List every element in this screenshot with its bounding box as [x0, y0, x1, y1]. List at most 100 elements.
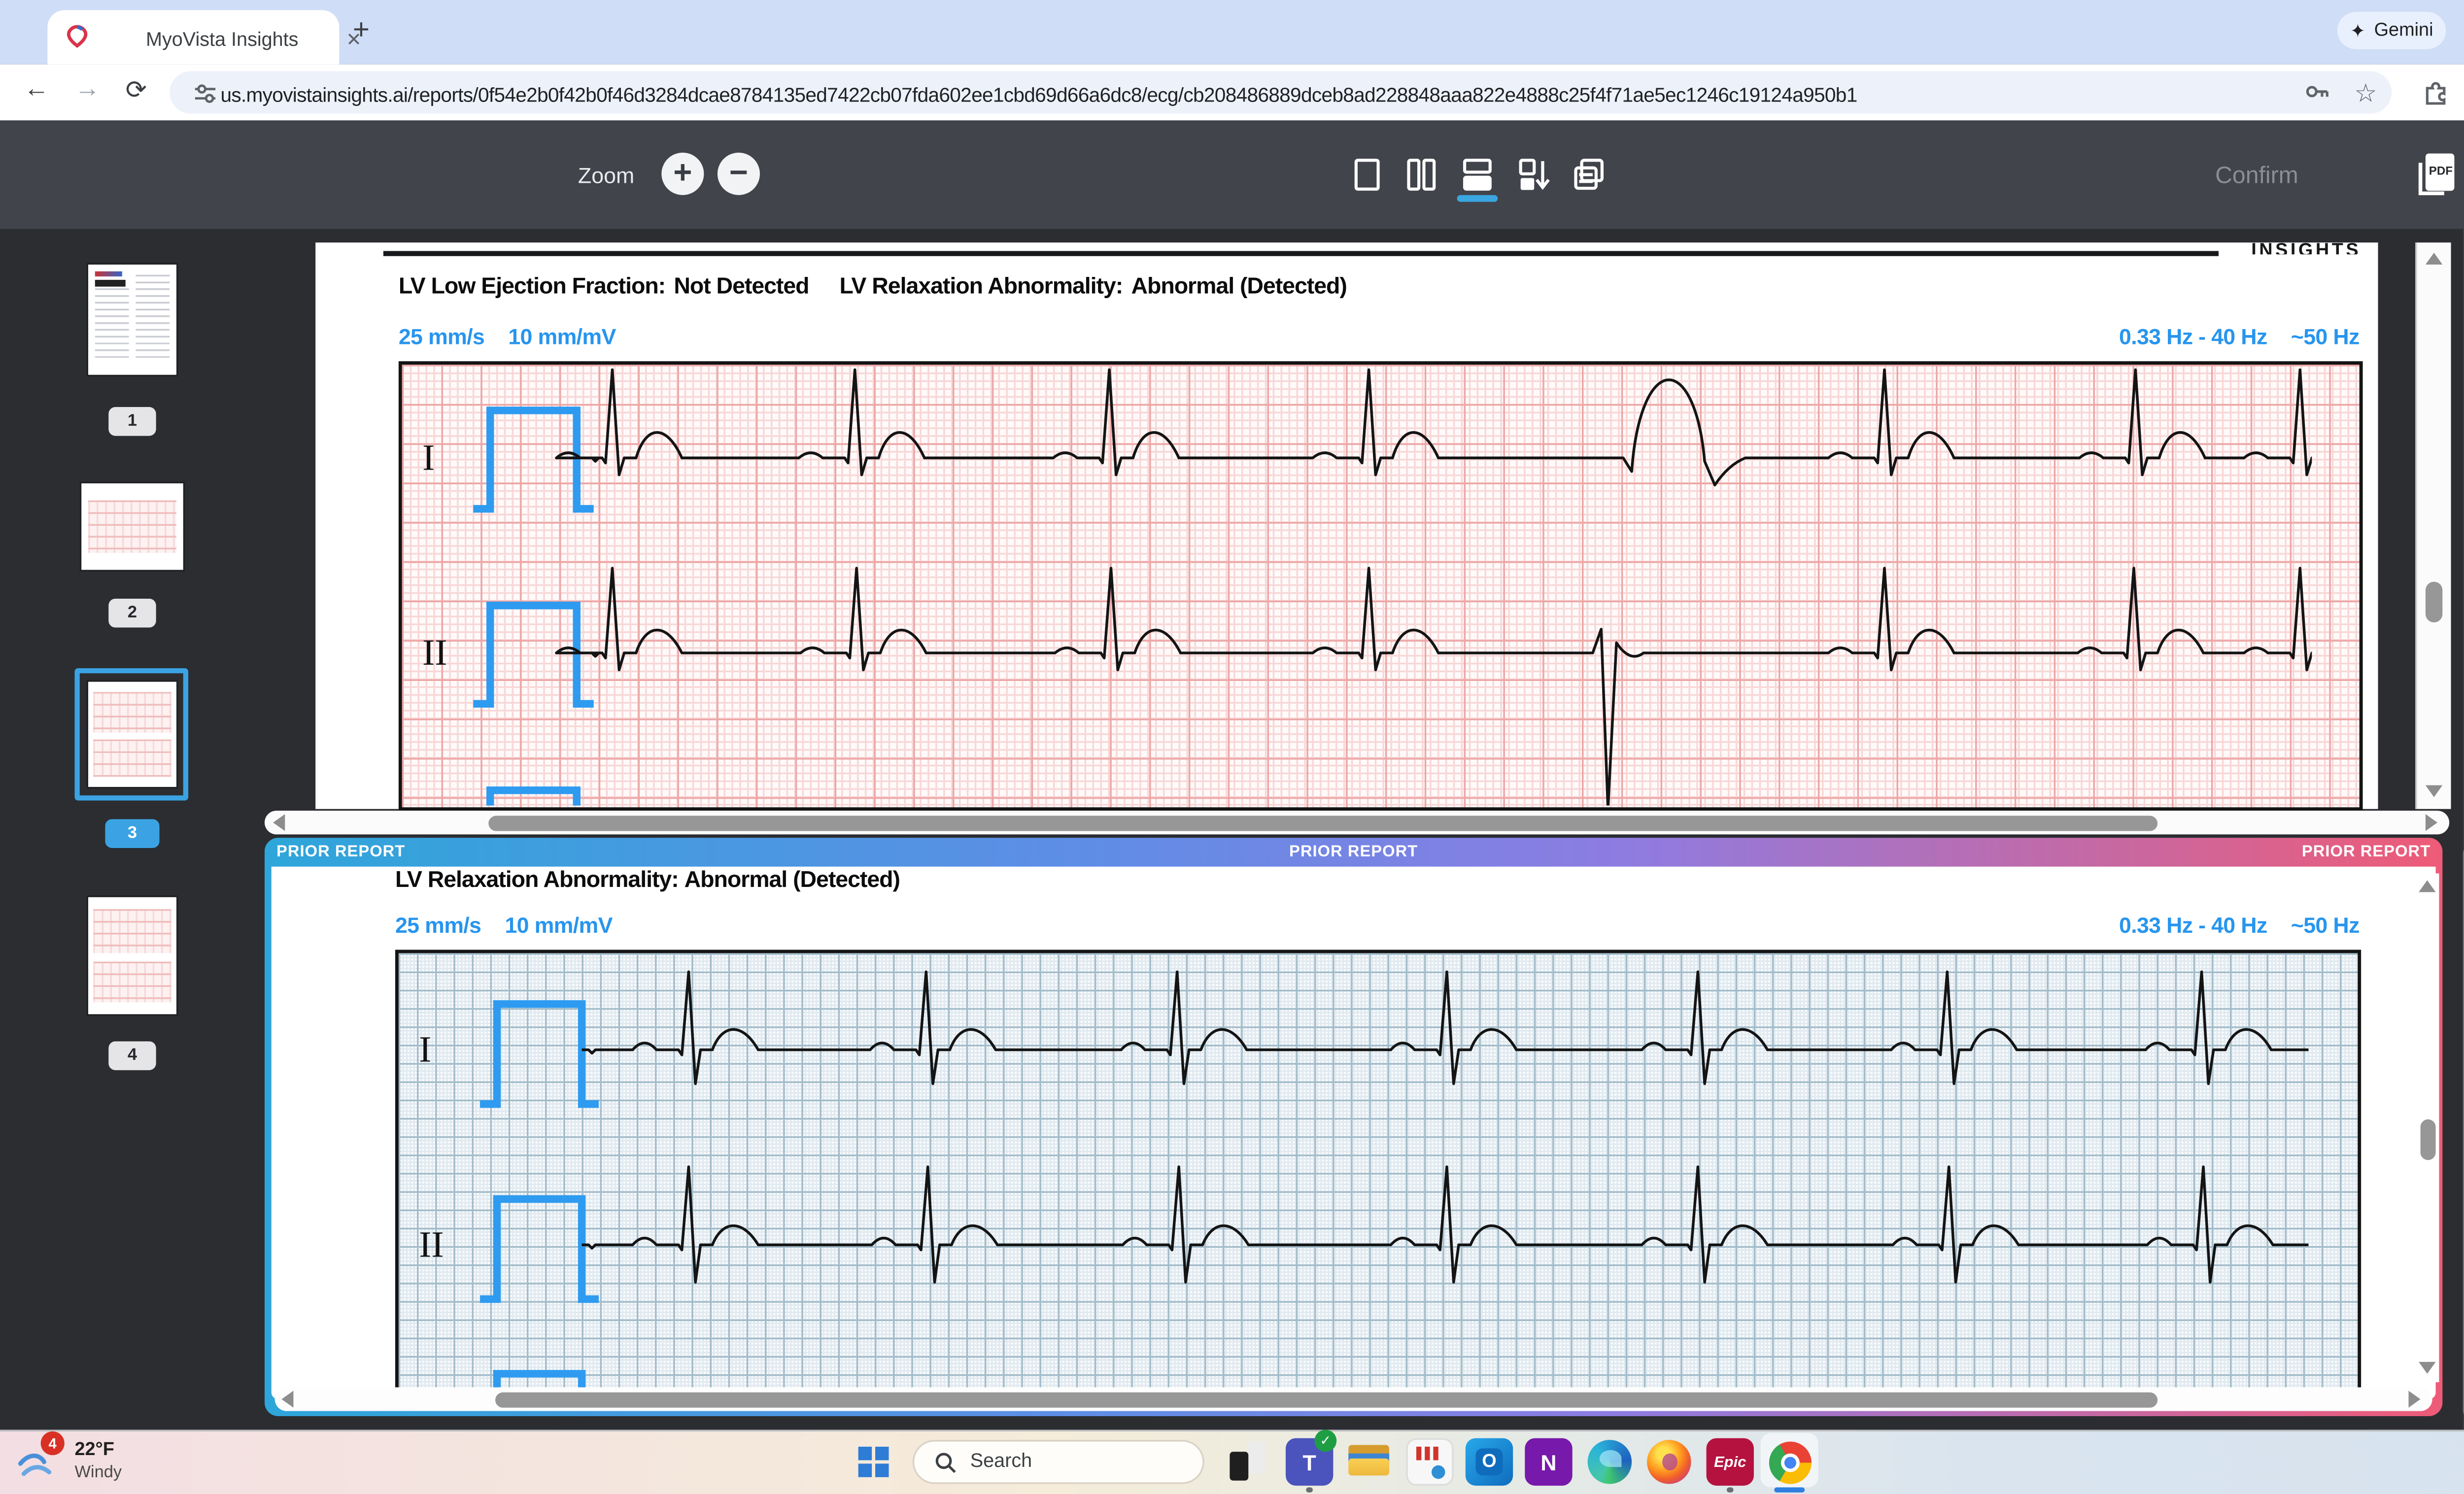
thumb-dark-bar	[95, 280, 126, 286]
forward-icon[interactable]: →	[74, 74, 100, 103]
scroll-thumb[interactable]	[488, 815, 2157, 830]
scroll-left-arrow[interactable]	[273, 814, 285, 831]
prior-report-banner: PRIOR REPORT PRIOR REPORT PRIOR REPORT	[265, 838, 2442, 867]
search-icon	[934, 1451, 957, 1473]
report-header-rule	[383, 251, 2219, 255]
gain: 10 mm/mV	[508, 324, 616, 349]
current-horizontal-scrollbar[interactable]	[265, 811, 2449, 834]
scroll-up-arrow[interactable]	[2419, 880, 2435, 892]
weather-temp: 22°F	[74, 1440, 114, 1460]
taskbar-onenote-icon[interactable]: N	[1525, 1438, 1572, 1486]
prior-banner-label-center: PRIOR REPORT	[1289, 843, 1418, 862]
active-app-underline	[1774, 1488, 1805, 1493]
paper-speed: 25 mm/s	[399, 324, 484, 349]
prior-gain: 10 mm/mV	[505, 913, 612, 938]
page-number-4[interactable]: 4	[108, 1041, 156, 1070]
reload-icon[interactable]: ⟳	[126, 74, 147, 105]
page-thumbnail-2[interactable]	[81, 483, 183, 570]
zoom-label: Zoom	[560, 163, 634, 188]
thumb-ecg-strip	[93, 909, 171, 953]
running-indicator	[1727, 1488, 1734, 1493]
presence-check-badge: ✓	[1314, 1430, 1336, 1452]
taskbar-snipping-tool-icon[interactable]	[1406, 1438, 1453, 1486]
scroll-down-arrow[interactable]	[2426, 785, 2442, 797]
bandpass-filter: 0.33 Hz - 40 Hz	[2119, 324, 2267, 349]
extensions-icon[interactable]	[2422, 76, 2451, 105]
svg-text:I: I	[422, 437, 435, 478]
red-mark	[1416, 1447, 1421, 1460]
zoom-out-button[interactable]: −	[718, 153, 760, 195]
finding-lvef-label: LV Low Ejection Fraction:	[399, 273, 665, 299]
page-number-3-selected[interactable]: 3	[105, 819, 159, 848]
thumb-text-lines	[95, 288, 129, 363]
scroll-right-arrow[interactable]	[2426, 814, 2437, 831]
folder-front	[1348, 1459, 1389, 1475]
taskbar-outlook-icon[interactable]: O	[1466, 1438, 1513, 1486]
password-key-icon[interactable]	[2303, 78, 2330, 105]
layout-multi-page-icon[interactable]	[1571, 156, 1608, 194]
ecg-strip-prior: III	[395, 950, 2361, 1394]
page-number-2[interactable]: 2	[108, 599, 156, 628]
new-tab-button[interactable]: +	[353, 14, 370, 48]
export-pdf-button[interactable]: PDF	[2415, 151, 2459, 198]
screen: MyoVista Insights ✕ + ✦ Gemini — ✕ ← → ⟳…	[0, 0, 2464, 1494]
notification-badge: 4	[41, 1431, 65, 1455]
scroll-right-arrow[interactable]	[2408, 1391, 2420, 1407]
prior-filter-settings: 0.33 Hz - 40 Hz ~50 Hz	[1850, 913, 2360, 938]
page-thumbnail-1[interactable]	[88, 265, 176, 375]
url-text[interactable]: us.myovistainsights.ai/reports/0f54e2b0f…	[220, 83, 1857, 107]
tab-title: MyoVista Insights	[146, 31, 299, 51]
taskbar-teams-icon[interactable]: T ✓	[1286, 1438, 1333, 1486]
insights-watermark: INSIGHTS	[2103, 242, 2361, 254]
browser-tab[interactable]: MyoVista Insights ✕	[47, 10, 339, 65]
page-number-1[interactable]: 1	[108, 407, 156, 436]
layout-single-page-icon[interactable]	[1348, 156, 1386, 194]
current-vertical-scrollbar[interactable]	[2415, 242, 2451, 809]
taskbar-firefox-icon[interactable]	[1645, 1438, 1693, 1486]
taskbar-edge-icon[interactable]	[1586, 1438, 1633, 1486]
layout-stacked-rows-icon-selected[interactable]	[1459, 156, 1496, 194]
myovista-favicon	[65, 24, 90, 49]
finding-lvra: LV Relaxation Abnormality:Abnormal (Dete…	[840, 273, 1347, 299]
layout-two-column-icon[interactable]	[1403, 156, 1440, 194]
taskbar-chrome-icon-active[interactable]	[1766, 1438, 1813, 1486]
search-label: Search	[970, 1452, 1032, 1472]
zoom-in-button[interactable]: +	[661, 153, 704, 195]
thumb-ecg-strip	[93, 740, 171, 777]
taskbar-epic-icon[interactable]: Epic	[1707, 1438, 1754, 1486]
taskbar-file-explorer-icon[interactable]	[1345, 1438, 1392, 1486]
prior-horizontal-scrollbar[interactable]	[275, 1387, 2432, 1411]
scroll-down-arrow[interactable]	[2419, 1362, 2435, 1374]
scroll-up-arrow[interactable]	[2426, 253, 2442, 265]
findings-line: LV Low Ejection Fraction:Not Detected LV…	[399, 273, 1347, 299]
weather-widget[interactable]: 4 22°F Windy	[14, 1435, 201, 1493]
ecg-scale-settings: 25 mm/s 10 mm/mV	[399, 324, 616, 349]
scroll-thumb[interactable]	[2420, 1120, 2435, 1160]
scroll-thumb[interactable]	[495, 1392, 2157, 1407]
prior-scale-settings: 25 mm/s 10 mm/mV	[395, 913, 613, 938]
finding-lvra-label: LV Relaxation Abnormality:	[840, 273, 1123, 299]
taskbar-app-contrast-icon[interactable]	[1225, 1438, 1272, 1486]
gemini-button[interactable]: ✦ Gemini	[2337, 12, 2446, 49]
layout-continuous-scroll-icon[interactable]	[1515, 156, 1552, 194]
dark-pane	[1230, 1452, 1248, 1481]
firefox-center	[1662, 1454, 1677, 1470]
edge-highlight	[1600, 1450, 1622, 1467]
back-icon[interactable]: ←	[24, 74, 49, 103]
page-thumbnail-3[interactable]	[88, 682, 176, 787]
scroll-thumb[interactable]	[2426, 582, 2442, 623]
page-thumbnail-4[interactable]	[88, 897, 176, 1014]
thumb-logo-bar	[95, 272, 122, 276]
prior-banner-label-right: PRIOR REPORT	[2302, 843, 2430, 862]
site-settings-icon[interactable]	[193, 81, 217, 105]
start-button[interactable]	[858, 1447, 889, 1477]
red-mark	[1433, 1447, 1437, 1460]
gemini-icon: ✦	[2350, 20, 2366, 42]
prior-vertical-scrollbar[interactable]	[2415, 874, 2439, 1383]
bookmark-star-icon[interactable]: ☆	[2354, 78, 2377, 108]
thumb-ecg-strip	[93, 692, 171, 733]
red-mark	[1425, 1447, 1429, 1460]
scroll-left-arrow[interactable]	[281, 1391, 293, 1407]
confirm-button[interactable]: Confirm	[2215, 161, 2298, 188]
taskbar-search-box[interactable]: Search	[913, 1440, 1204, 1484]
